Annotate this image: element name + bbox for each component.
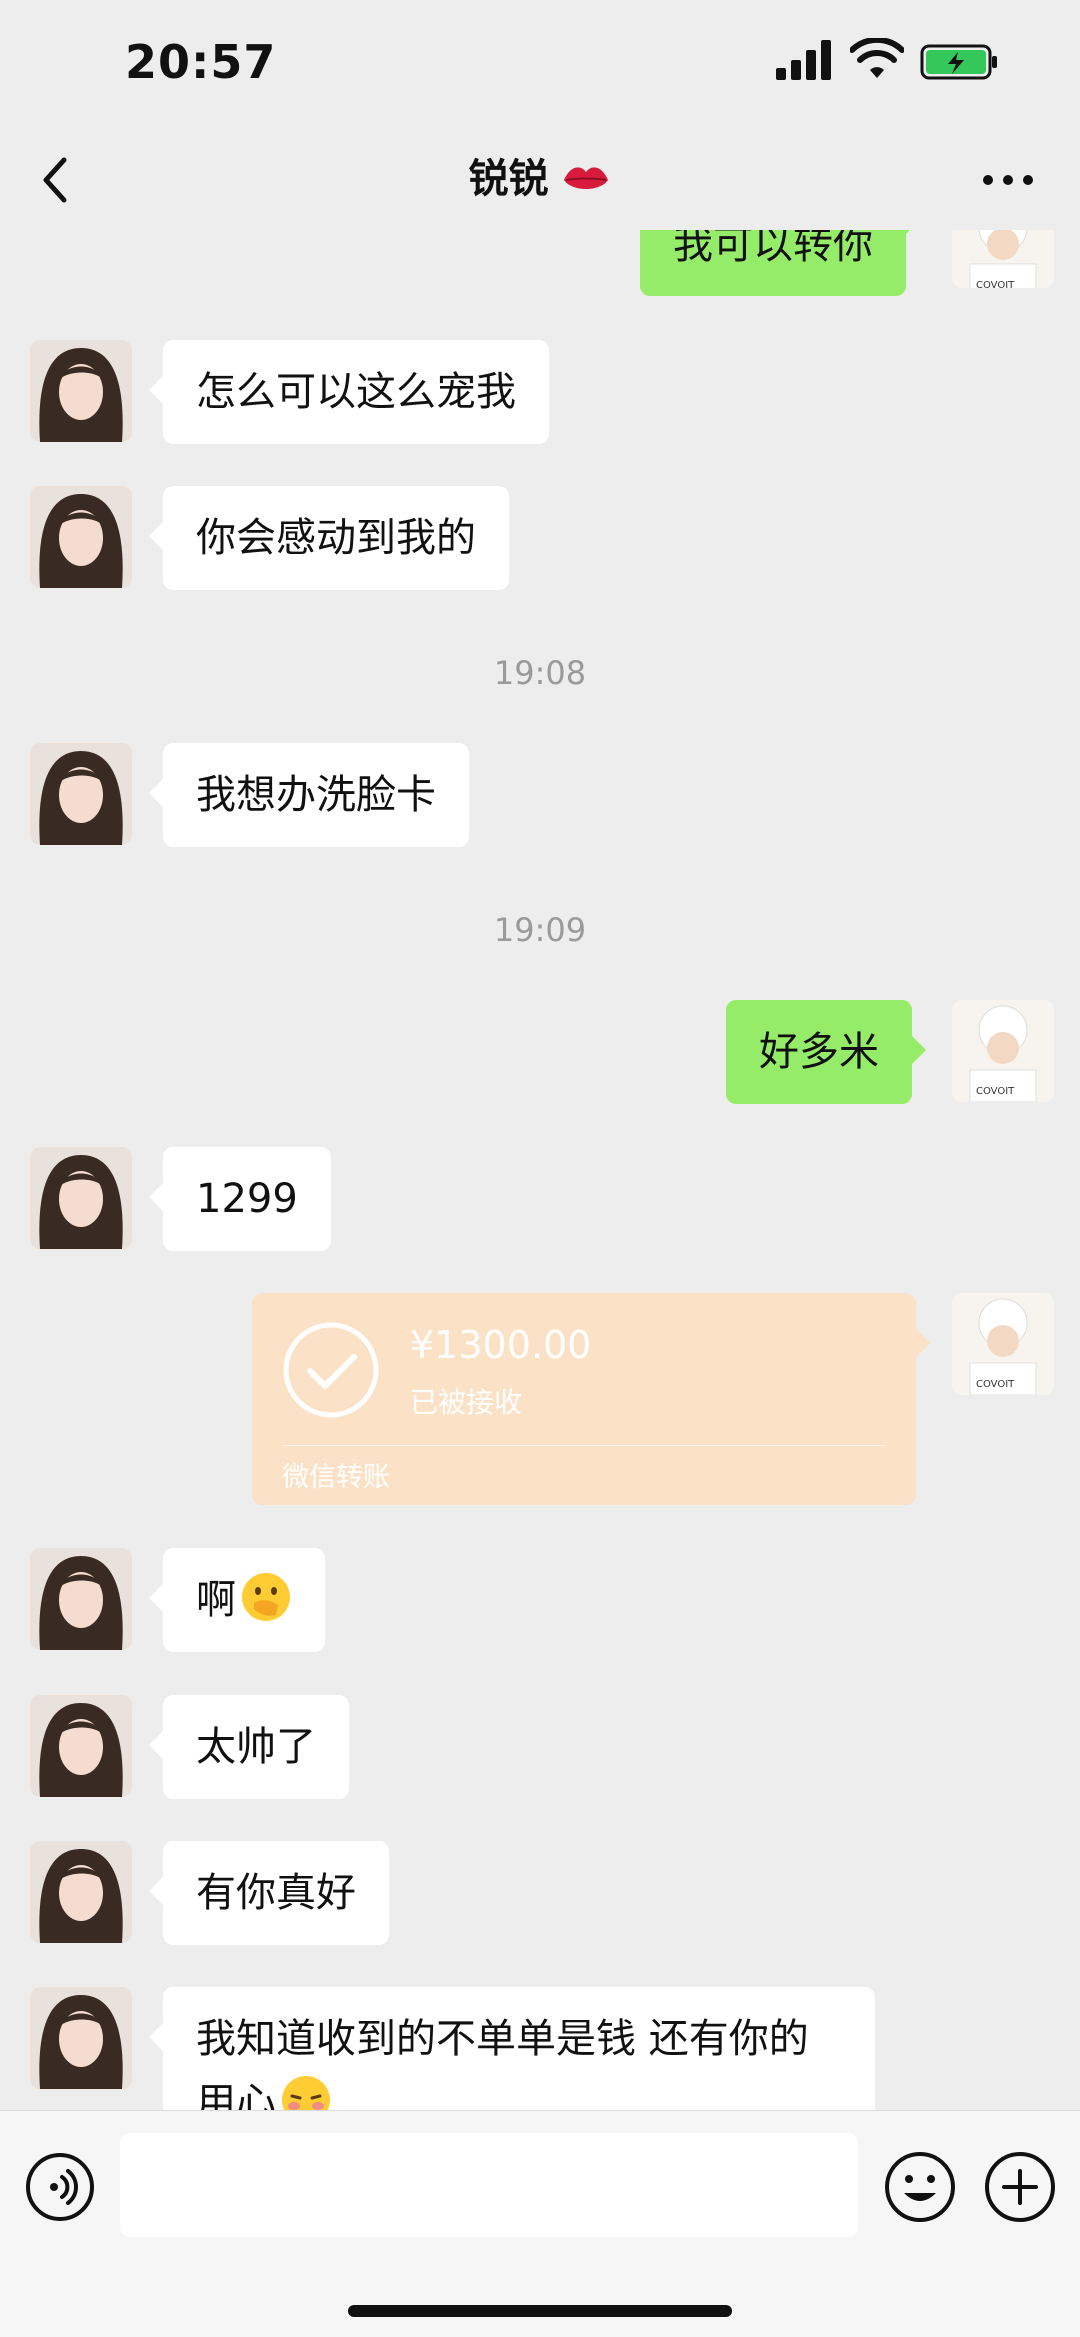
checkmark-circle-icon [283,1322,379,1418]
status-bar: 20:57 [0,0,1080,130]
emoji-icon[interactable] [882,2149,958,2225]
wifi-icon [850,38,904,78]
message-bubble-out[interactable]: 我可以转你 [640,230,920,296]
battery-icon [920,44,997,80]
transfer-label: 微信转账 [282,1462,390,1493]
message-bubble-in[interactable]: 1299 [149,1147,331,1251]
transfer-status: 已被接收 [410,1386,523,1419]
message-bubble-in[interactable]: 怎么可以这么宠我 [149,340,549,444]
timestamp: 19:08 [493,654,587,692]
message-bubble-in[interactable]: 有你真好 [149,1841,389,1945]
my-avatar[interactable]: COVOIT [952,1293,1054,1395]
kiss-lips-icon [563,167,608,189]
contact-avatar[interactable] [30,743,132,845]
contact-avatar[interactable] [30,1695,132,1797]
message-bubble-out[interactable]: 好多米 [726,1000,926,1104]
message-list[interactable]: 我可以转你 COVOIT 怎么可以这么宠我 你会感动到我的 19:08 我想办洗… [0,230,1080,2110]
message-text: 有你真好 [196,1870,356,1916]
chat-title: 锐锐 [468,156,549,202]
message-input[interactable] [120,2133,858,2237]
timestamp: 19:09 [493,911,587,949]
my-avatar[interactable]: COVOIT [952,1000,1054,1102]
contact-avatar[interactable] [30,1841,132,1943]
transfer-amount: ¥1300.00 [410,1323,592,1367]
svg-text:COVOIT: COVOIT [976,1379,1015,1390]
contact-avatar[interactable] [30,1987,132,2089]
my-avatar[interactable]: COVOIT [952,230,1054,288]
voice-icon[interactable] [24,2151,96,2223]
message-text: 太帅了 [196,1724,316,1770]
shy-face-emoji-icon [282,2076,330,2110]
status-time: 20:57 [125,35,277,89]
svg-text:COVOIT: COVOIT [976,1086,1015,1097]
title-wrap: 锐锐 [0,146,1080,204]
message-text: 好多米 [759,1029,879,1075]
message-bubble-in[interactable]: 你会感动到我的 [149,486,509,590]
message-bubble-in[interactable]: 太帅了 [149,1695,349,1799]
input-bar [0,2110,1080,2337]
nav-bar: 锐锐 [0,130,1080,230]
transfer-card[interactable]: ¥1300.00 已被接收 微信转账 [252,1293,930,1505]
message-text: 怎么可以这么宠我 [196,369,516,415]
message-text: 我可以转你 [673,230,873,268]
transfer-divider [282,1445,886,1446]
contact-avatar[interactable] [30,1548,132,1650]
home-indicator [348,2305,732,2317]
message-bubble-in[interactable]: 我想办洗脸卡 [149,743,469,847]
signal-icon [776,40,831,80]
more-icon[interactable] [980,170,1036,190]
contact-avatar[interactable] [30,340,132,442]
chat-screen: 20:57 锐锐 我可以转你 COVOIT 怎么可以这么宠我 你会感动到我的 1… [0,0,1080,2337]
message-bubble-in[interactable]: 我知道收到的不单单是钱 还有你的用心 [149,1987,875,2110]
message-bubble-in[interactable]: 啊 [149,1548,325,1652]
contact-avatar[interactable] [30,486,132,588]
message-text: 我想办洗脸卡 [196,772,436,818]
message-text: 啊 [196,1577,236,1623]
svg-text:COVOIT: COVOIT [976,280,1015,288]
contact-avatar[interactable] [30,1147,132,1249]
message-text: 你会感动到我的 [196,515,476,561]
message-text: 1299 [196,1176,298,1222]
hand-over-mouth-emoji-icon [242,1573,290,1621]
plus-icon[interactable] [982,2149,1058,2225]
